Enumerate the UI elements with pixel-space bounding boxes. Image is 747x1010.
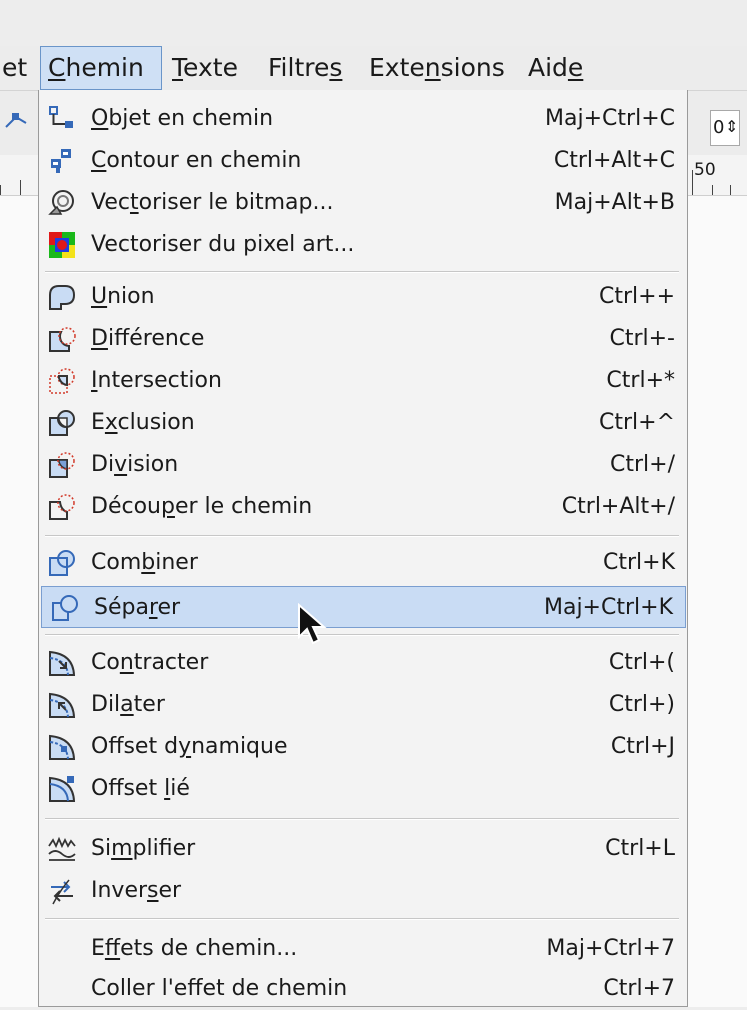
reverse-icon: [51, 879, 73, 905]
menu-item-combiner[interactable]: Combiner Ctrl+K: [39, 542, 687, 584]
spin-button[interactable]: 0 ⇕: [710, 110, 740, 146]
menubar-objet-partial[interactable]: et: [2, 46, 27, 90]
simplify-icon: [48, 836, 76, 861]
menu-item-coller-effet[interactable]: Coller l'effet de chemin Ctrl+7: [39, 968, 687, 1010]
object-to-path-icon: [49, 106, 73, 128]
difference-icon: [49, 327, 76, 352]
menu-item-simplifier[interactable]: Simplifier Ctrl+L: [39, 828, 687, 870]
shortcut: Ctrl+L: [605, 836, 675, 861]
shortcut: Maj+Alt+B: [554, 190, 675, 215]
spin-arrows-icon[interactable]: ⇕: [725, 117, 738, 136]
menu-item-dilater[interactable]: Dilater Ctrl+): [39, 684, 687, 726]
shortcut: Ctrl+-: [609, 326, 675, 351]
menu-separator: [45, 634, 679, 636]
menu-item-contour-en-chemin[interactable]: Contour en chemin Ctrl+Alt+C: [39, 140, 687, 182]
trace-bitmap-icon: [48, 190, 74, 215]
menu-separator: [45, 535, 679, 537]
menu-item-division[interactable]: Division Ctrl+/: [39, 444, 687, 486]
linked-offset-icon: [49, 776, 76, 802]
menu-item-inverser[interactable]: Inverser: [39, 870, 687, 912]
node-tool-icon[interactable]: [2, 105, 32, 135]
exclusion-icon: [49, 410, 75, 436]
menu-item-offset-lie[interactable]: Offset lié: [39, 768, 687, 810]
menu-item-exclusion[interactable]: Exclusion Ctrl+^: [39, 402, 687, 444]
division-icon: [49, 452, 75, 478]
trace-pixel-art-icon: [49, 232, 75, 258]
menu-item-intersection[interactable]: Intersection Ctrl+*: [39, 360, 687, 402]
break-apart-icon: [52, 595, 78, 621]
menu-separator: [45, 818, 679, 820]
ruler-label: 50: [694, 160, 716, 180]
shortcut: Ctrl+/: [610, 452, 675, 477]
outset-icon: [49, 692, 76, 718]
shortcut: Ctrl+J: [610, 734, 675, 759]
menubar-extensions[interactable]: Extensions: [369, 46, 505, 90]
combine-icon: [49, 550, 75, 576]
stroke-to-path-icon: [51, 149, 71, 173]
ruler-tick: [712, 185, 713, 195]
ruler-tick: [692, 170, 693, 195]
shortcut: Maj+Ctrl+K: [543, 595, 673, 620]
menubar-filtres[interactable]: Filtres: [268, 46, 342, 90]
shortcut: Maj+Ctrl+7: [546, 936, 675, 961]
menubar-chemin[interactable]: Chemin: [40, 46, 162, 90]
mouse-cursor-icon: [298, 603, 327, 645]
menubar: et Chemin Texte Filtres Extensions Aide: [0, 46, 747, 91]
menubar-aide[interactable]: Aide: [528, 46, 583, 90]
menu-item-contracter[interactable]: Contracter Ctrl+(: [39, 642, 687, 684]
ruler-tick: [0, 185, 1, 195]
ruler-tick: [730, 185, 731, 195]
shortcut: Ctrl+(: [608, 650, 675, 675]
shortcut: Ctrl+*: [606, 368, 675, 393]
menu-item-difference[interactable]: Différence Ctrl+-: [39, 318, 687, 360]
cut-path-icon: [49, 494, 75, 520]
spin-value: 0: [713, 117, 725, 138]
shortcut: Ctrl++: [598, 284, 675, 309]
shortcut: Ctrl+Alt+/: [561, 494, 675, 519]
ruler-tick: [20, 180, 21, 195]
menu-separator: [45, 271, 679, 273]
menu-item-objet-en-chemin[interactable]: Objet en chemin Maj+Ctrl+C: [39, 98, 687, 140]
menu-separator: [45, 918, 679, 920]
menu-item-union[interactable]: Union Ctrl++: [39, 276, 687, 318]
shortcut: Ctrl+7: [603, 976, 675, 1001]
menubar-texte[interactable]: Texte: [172, 46, 238, 90]
shortcut: Ctrl+^: [598, 410, 675, 435]
shortcut: Ctrl+K: [602, 550, 675, 575]
menu-item-decouper-chemin[interactable]: Découper le chemin Ctrl+Alt+/: [39, 486, 687, 528]
intersection-icon: [49, 368, 75, 394]
shortcut: Maj+Ctrl+C: [545, 106, 675, 131]
dynamic-offset-icon: [49, 734, 76, 760]
shortcut: Ctrl+): [608, 692, 675, 717]
inset-icon: [49, 650, 76, 676]
union-icon: [49, 285, 76, 310]
menu-item-vectoriser-pixel-art[interactable]: Vectoriser du pixel art...: [39, 224, 687, 266]
menu-item-offset-dynamique[interactable]: Offset dynamique Ctrl+J: [39, 726, 687, 768]
window-top-strip: [0, 0, 747, 46]
chemin-menu: Objet en chemin Maj+Ctrl+C Contour en ch…: [38, 90, 688, 1007]
menu-item-effets-de-chemin[interactable]: Effets de chemin... Maj+Ctrl+7: [39, 928, 687, 970]
menu-item-separer[interactable]: Séparer Maj+Ctrl+K: [41, 586, 686, 628]
menu-item-vectoriser-bitmap[interactable]: Vectoriser le bitmap... Maj+Alt+B: [39, 182, 687, 224]
shortcut: Ctrl+Alt+C: [553, 148, 675, 173]
